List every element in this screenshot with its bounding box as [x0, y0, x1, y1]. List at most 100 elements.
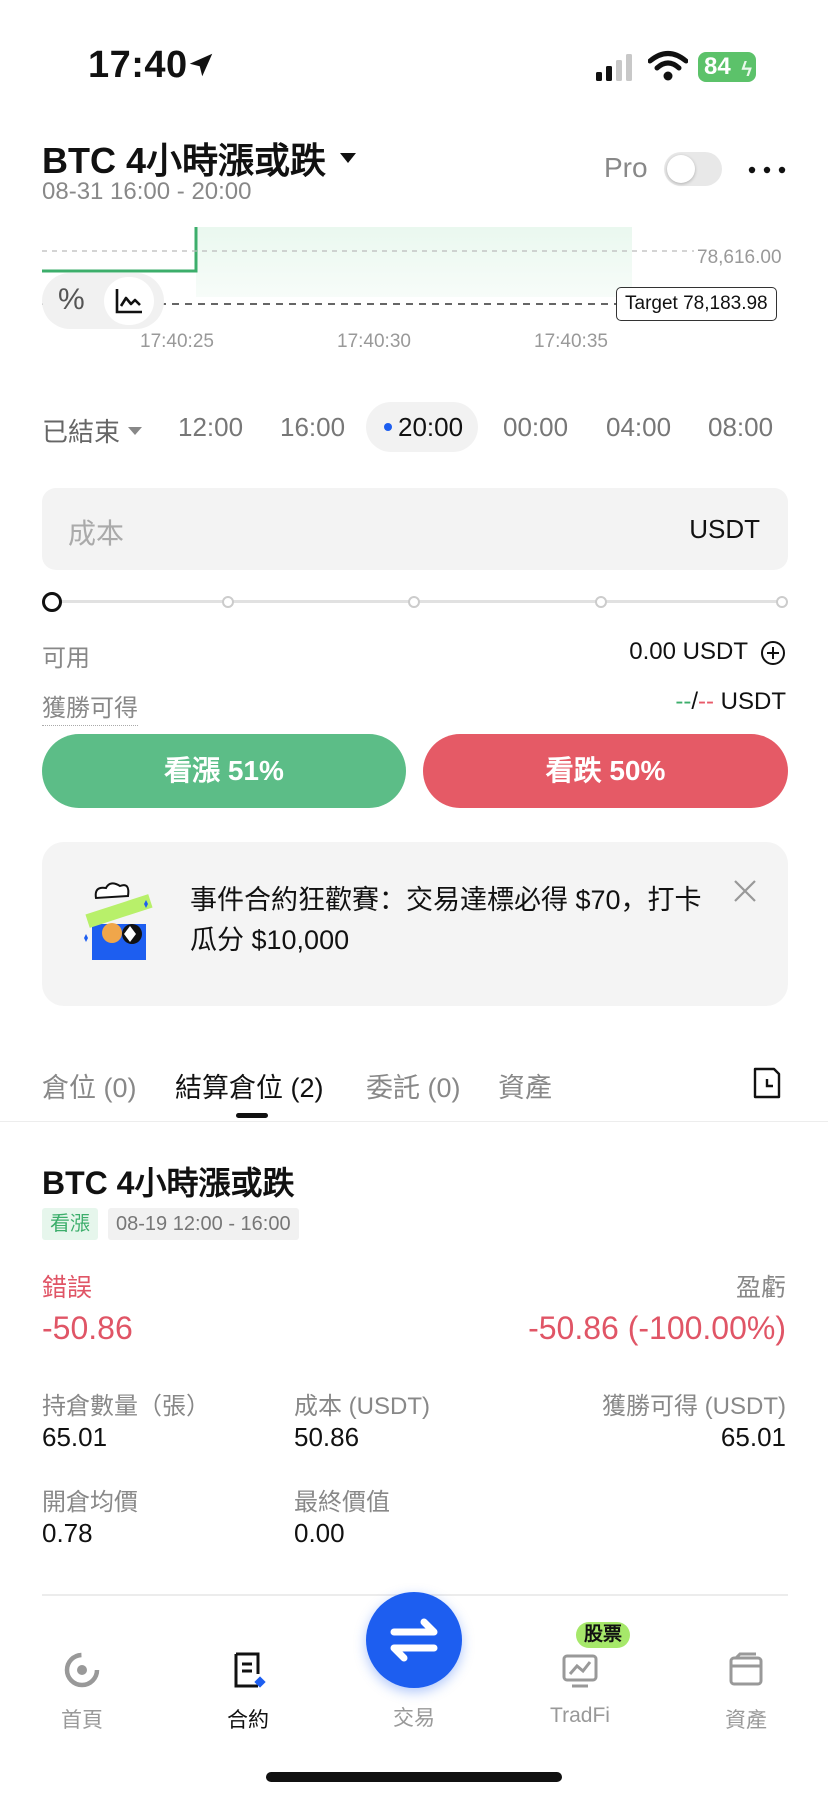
nav-home[interactable]: 首頁 — [22, 1650, 142, 1734]
quantity-label: 持倉數量（張） — [42, 1393, 210, 1420]
time-slot-label: 20:00 — [398, 412, 464, 442]
win-up-value: -- — [675, 688, 692, 715]
quantity-value: 65.01 — [42, 1422, 108, 1452]
slider-stop[interactable] — [222, 596, 234, 608]
settlement-status-label: 錯誤 — [42, 1274, 93, 1302]
stocks-badge: 股票 — [576, 1622, 631, 1648]
active-tab-underline — [236, 1113, 268, 1118]
tab-positions[interactable]: 倉位 (0) — [42, 1066, 137, 1105]
period-badge: 08-19 12:00 - 16:00 — [108, 1208, 299, 1240]
cost-unit-label: USDT — [689, 514, 760, 544]
nav-tradfi-label: TradFi — [550, 1704, 610, 1727]
time-slot-tab-active[interactable]: 20:00 — [366, 402, 478, 452]
swap-arrows-icon — [390, 1618, 438, 1662]
wallet-icon — [729, 1652, 763, 1686]
pnl-label: 盈虧 — [735, 1274, 786, 1302]
price-chart: 78,616.00 Target 78,183.98 % 17:40:25 17… — [42, 225, 788, 355]
direction-badge: 看漲 — [42, 1208, 98, 1240]
nav-trade-label: 交易 — [393, 1707, 435, 1730]
market-title-dropdown[interactable]: BTC 4小時漲或跌 — [42, 132, 357, 184]
time-slot-tab[interactable]: 12:00 — [178, 412, 243, 443]
tab-orders[interactable]: 委託 (0) — [366, 1066, 461, 1105]
ended-filter-dropdown[interactable]: 已結束 — [42, 412, 143, 449]
caret-down-icon — [340, 153, 357, 163]
win-unit: USDT — [720, 688, 786, 715]
page-title: BTC 4小時漲或跌 — [42, 140, 327, 181]
nav-contract-label: 合約 — [227, 1709, 269, 1732]
percent-icon[interactable]: % — [58, 283, 85, 317]
settlement-status-value: -50.86 — [42, 1310, 133, 1346]
slider-knob[interactable] — [42, 592, 62, 612]
promo-text: 事件合約狂歡賽：交易達標必得 $70，打卡瓜分 $10,000 — [190, 885, 702, 955]
open-avg-price-value: 0.78 — [42, 1518, 93, 1548]
line-chart-button[interactable] — [104, 277, 154, 325]
cost-input[interactable]: 成本 USDT — [42, 488, 788, 570]
win-payout-field-label: 獲勝可得 (USDT) — [602, 1393, 786, 1420]
contract-icon — [234, 1652, 266, 1688]
battery-level: 84 — [704, 53, 731, 80]
open-avg-price-label: 開倉均價 — [42, 1489, 138, 1516]
nav-contract[interactable]: 合約 — [188, 1650, 308, 1734]
time-tick-label: 17:40:25 — [140, 331, 214, 352]
line-chart-icon — [115, 289, 142, 314]
home-indicator — [266, 1772, 562, 1782]
buy-down-button[interactable]: 看跌 50% — [423, 734, 788, 808]
amount-slider[interactable] — [42, 592, 788, 612]
trade-button[interactable] — [366, 1592, 462, 1688]
promo-banner[interactable]: 事件合約狂歡賽：交易達標必得 $70，打卡瓜分 $10,000 — [42, 842, 788, 1006]
available-value: 0.00 USDT — [629, 638, 748, 665]
price-line — [42, 227, 198, 273]
cellular-signal-icon — [596, 54, 632, 81]
wifi-icon — [648, 51, 688, 81]
promo-gift-icon — [84, 882, 153, 960]
target-price-label: Target 78,183.98 — [616, 287, 777, 321]
buy-up-button[interactable]: 看漲 51% — [42, 734, 406, 808]
nav-assets[interactable]: 資產 — [686, 1650, 806, 1734]
tradfi-chart-icon — [562, 1654, 598, 1688]
time-slot-tab[interactable]: 00:00 — [503, 412, 568, 443]
win-separator: / — [691, 688, 698, 715]
slider-stop[interactable] — [408, 596, 420, 608]
time-slot-tab[interactable]: 04:00 — [606, 412, 671, 443]
win-down-value: -- — [698, 688, 714, 715]
battery-indicator: 84 ϟ — [698, 52, 756, 82]
add-funds-icon[interactable] — [760, 640, 786, 666]
time-slot-tab[interactable]: 08:00 — [708, 412, 773, 443]
position-title: BTC 4小時漲或跌 — [42, 1165, 295, 1201]
tab-settled-positions[interactable]: 結算倉位 (2) — [175, 1066, 324, 1105]
active-dot — [384, 423, 392, 431]
cost-value: 50.86 — [294, 1422, 360, 1452]
cost-label: 成本 (USDT) — [294, 1393, 430, 1420]
final-value-label: 最終價值 — [294, 1489, 390, 1516]
pro-toggle[interactable] — [664, 152, 722, 186]
pro-toggle-knob — [667, 155, 695, 183]
location-arrow-icon — [189, 53, 213, 77]
charging-bolt-icon: ϟ — [741, 59, 752, 81]
ended-filter-label: 已結束 — [42, 417, 121, 447]
cost-placeholder: 成本 — [68, 518, 125, 549]
status-time: 17:40 — [88, 44, 188, 86]
pnl-value: -50.86 (-100.00%) — [528, 1310, 786, 1346]
slider-stop[interactable] — [595, 596, 607, 608]
final-value-value: 0.00 — [294, 1518, 345, 1548]
time-tick-label: 17:40:30 — [337, 331, 411, 352]
history-icon[interactable] — [752, 1066, 782, 1100]
more-menu-icon[interactable] — [746, 150, 788, 190]
win-payout-label[interactable]: 獲勝可得 — [42, 688, 138, 726]
time-tick-label: 17:40:35 — [534, 331, 608, 352]
tab-assets[interactable]: 資產 — [498, 1066, 552, 1105]
nav-assets-label: 資產 — [725, 1709, 767, 1732]
home-icon — [64, 1652, 100, 1688]
positions-tab-bar: 倉位 (0) 結算倉位 (2) 委託 (0) 資產 — [0, 1052, 828, 1122]
pro-label: Pro — [604, 152, 648, 183]
time-slot-tab[interactable]: 16:00 — [280, 412, 345, 443]
current-price-label: 78,616.00 — [697, 247, 782, 268]
nav-home-label: 首頁 — [61, 1709, 103, 1732]
close-icon[interactable] — [732, 878, 758, 904]
nav-tradfi[interactable]: TradFi — [520, 1650, 640, 1728]
time-slot-selector: 已結束 12:00 16:00 20:00 00:00 04:00 08:00 — [42, 402, 828, 454]
slider-stop[interactable] — [776, 596, 788, 608]
chart-mode-switch: % — [42, 273, 164, 329]
win-payout-value: --/-- USDT — [675, 688, 786, 716]
status-bar: 17:40 84 ϟ — [0, 0, 828, 120]
